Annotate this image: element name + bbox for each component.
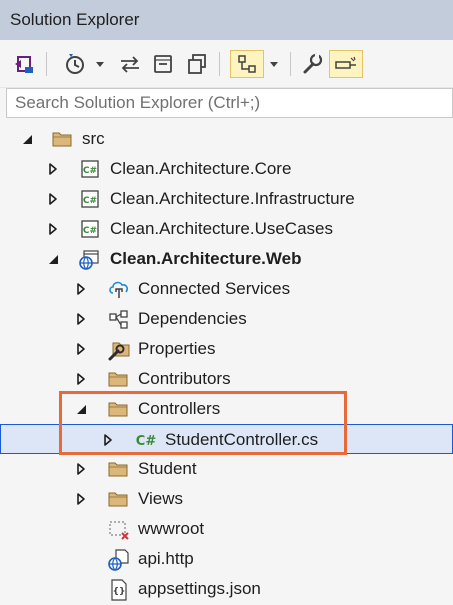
show-all-files-icon [188,54,206,74]
preview-selected-items-button[interactable] [230,50,264,78]
dropdown-arrow-icon [96,62,104,67]
tree-item-label: wwwroot [138,519,205,538]
csharp-project-icon: C# [80,159,100,179]
collapse-all-button[interactable] [149,50,177,78]
tree-item-label: api.http [138,549,194,568]
expand-arrow-icon[interactable] [74,342,88,356]
csharp-project-icon: C# [80,189,100,209]
svg-text:{}: {} [113,587,126,597]
solution-explorer-toolbar [0,40,453,88]
tree-item[interactable]: Connected Services [0,274,453,304]
properties-folder-icon [108,339,130,361]
pending-changes-dropdown[interactable] [92,50,108,78]
tree-item-label: StudentController.cs [165,430,319,449]
window-title: Solution Explorer [0,0,453,40]
tree-item-label: Properties [138,339,216,358]
svg-text:C#: C# [83,226,97,236]
collapse-arrow-icon[interactable] [74,402,88,416]
tree-item[interactable]: Controllers [0,394,453,424]
toggle-preview-icon [335,56,356,69]
collapse-arrow-icon[interactable] [46,252,60,266]
collapse-arrow-icon[interactable] [20,132,34,146]
tree-item[interactable]: api.http [0,544,453,574]
tree-item-label: Clean.Architecture.UseCases [110,219,333,238]
tree-item-label: Student [138,459,197,478]
tree-item-label: Clean.Architecture.Infrastructure [110,189,355,208]
tree-item[interactable]: Dependencies [0,304,453,334]
svg-text:C#: C# [136,434,157,449]
properties-wrench-icon [303,53,323,74]
tree-item[interactable]: C# StudentController.cs [0,424,453,454]
tree-item-label: Clean.Architecture.Core [110,159,292,178]
tree-item[interactable]: Views [0,484,453,514]
json-file-icon: {} [108,579,128,601]
search-input[interactable] [7,89,452,117]
expand-arrow-icon[interactable] [46,192,60,206]
switch-views-button[interactable] [10,50,38,78]
folder-icon [108,369,128,389]
expand-arrow-icon[interactable] [74,312,88,326]
pending-changes-filter-icon [66,54,84,74]
expand-arrow-icon[interactable] [74,372,88,386]
tree-item[interactable]: Properties [0,334,453,364]
preview-selected-items-icon [238,55,256,73]
tree-item[interactable]: Contributors [0,364,453,394]
tree-item[interactable]: src [0,124,453,154]
preview-dropdown[interactable] [266,50,282,78]
tree-item-label: Clean.Architecture.Web [110,249,302,268]
expand-arrow-icon[interactable] [74,492,88,506]
folder-icon [108,459,128,479]
sync-with-active-document-button[interactable] [116,50,144,78]
folder-icon [108,399,128,419]
properties-button[interactable] [298,50,326,78]
pending-changes-filter-button[interactable] [60,50,90,78]
show-all-files-button[interactable] [183,50,211,78]
tree-item-label: Views [138,489,184,508]
folder-icon [108,489,128,509]
tree-item[interactable]: wwwroot [0,514,453,544]
sync-with-active-document-icon [121,56,139,73]
folder-icon [52,129,72,149]
csharp-project-icon: C# [80,219,100,239]
svg-text:C#: C# [83,166,97,176]
web-project-icon [78,249,99,270]
tree-item[interactable]: C# Clean.Architecture.Infrastructure [0,184,453,214]
toggle-preview-button[interactable] [329,50,363,78]
tree-item[interactable]: C# Clean.Architecture.Core [0,154,453,184]
tree-item-label: src [82,129,105,148]
expand-arrow-icon[interactable] [46,222,60,236]
wwwroot-excluded-icon [108,519,129,540]
connected-services-icon [108,279,129,299]
http-file-icon [108,549,129,571]
csharp-file-icon: C# [134,430,157,450]
tree-item-label: Connected Services [138,279,291,298]
tree-item[interactable]: C# Clean.Architecture.UseCases [0,214,453,244]
expand-arrow-icon[interactable] [46,162,60,176]
expand-arrow-icon[interactable] [101,433,115,447]
tree-item-label: Dependencies [138,309,247,328]
dropdown-arrow-icon [270,62,278,67]
tree-item[interactable]: {} appsettings.json [0,574,453,604]
expand-arrow-icon[interactable] [74,462,88,476]
tree-item-label: appsettings.json [138,579,261,598]
switch-views-icon [15,56,33,73]
tree-item[interactable]: Clean.Architecture.Web [0,244,453,274]
collapse-all-icon [154,55,172,73]
tree-item-label: Contributors [138,369,231,388]
svg-text:C#: C# [83,196,97,206]
tree-item-label: Controllers [138,399,221,418]
search-solution-explorer [6,88,453,118]
expand-arrow-icon[interactable] [74,282,88,296]
tree-item[interactable]: Student [0,454,453,484]
dependencies-icon [108,309,128,329]
